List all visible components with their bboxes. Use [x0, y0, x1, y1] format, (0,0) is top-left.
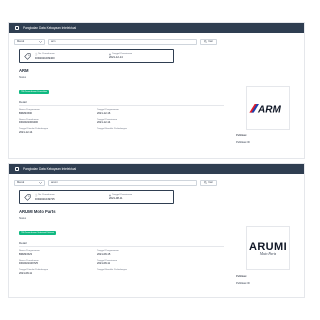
publication-id-label: Publikasi ID — [236, 141, 250, 144]
field-value: 2021-08-15 — [97, 252, 111, 256]
application-number-label: No. Permohonan — [38, 53, 55, 56]
application-number-label: No. Permohonan — [38, 194, 55, 197]
field-application-number: Nomor Permohonan DID2021009400 — [19, 119, 93, 125]
field-announcement-number: Nomor Pengumuman BRM21523 — [19, 250, 93, 256]
arm-logo: ARM — [249, 104, 281, 115]
detail-title: Detail — [19, 241, 224, 247]
search-type-value: Merek — [17, 181, 25, 184]
receipt-date-label: Tanggal Penerimaan — [112, 53, 133, 56]
search-bar: Merek arumi Cari — [9, 177, 304, 188]
field-protection-end: Tanggal Berakhir Perlindungan — [97, 128, 187, 134]
application-summary[interactable]: ⓘ No. Permohonan DID2021049725 ▦ Tanggal P… — [19, 190, 174, 204]
field-value: 2021-12-16 — [97, 111, 111, 115]
status-label: Status — [19, 76, 27, 79]
search-type-value: Merek — [17, 40, 25, 43]
detail-title: Detail — [19, 100, 224, 106]
application-number-value: DID2021009400 — [35, 56, 55, 60]
field-value: 2021-12-14 — [97, 121, 111, 125]
publication-label: Publikasi — [236, 134, 247, 137]
chevron-down-icon — [39, 40, 42, 43]
search-button-label: Cari — [208, 181, 213, 184]
search-icon — [204, 40, 208, 43]
receipt-date-value: 2021-08-11 — [109, 197, 123, 201]
search-type-select[interactable]: Merek — [14, 179, 45, 186]
status-label: Status — [19, 217, 27, 220]
publication-id-label: Publikasi ID — [236, 282, 250, 285]
field-protection-start: Tanggal Dimulai Perlindungan 2021-08-11 — [19, 269, 93, 275]
tag-icon — [23, 193, 31, 201]
search-type-select[interactable]: Merek — [14, 38, 45, 45]
publication-label: Publikasi — [236, 275, 247, 278]
result-panel-arumi: Pangkalan Data Kekayaan Intelektual Mere… — [8, 163, 305, 298]
field-receipt-date: Tanggal Penerimaan 2021-08-11 — [97, 260, 187, 266]
field-protection-end: Tanggal Berakhir Perlindungan — [97, 269, 187, 275]
header-title: Pangkalan Data Kekayaan Intelektual — [23, 167, 77, 171]
field-protection-start: Tanggal Dimulai Perlindungan 2021-12-14 — [19, 128, 93, 134]
field-application-number: Nomor Permohonan DID2021049725 — [19, 260, 93, 266]
field-value: DID2021009400 — [19, 121, 38, 125]
info-icon: ⓘ — [35, 54, 38, 57]
receipt-date: ▦ Tanggal Penerimaan 2021-12-14 — [109, 53, 133, 60]
search-input-value: arumi — [51, 181, 58, 184]
search-input-value: arm — [51, 40, 56, 43]
field-value: BRM21523 — [19, 252, 32, 256]
application-number-value: DID2021049725 — [35, 197, 55, 201]
publication-info: Publikasi Publikasi ID — [236, 275, 250, 285]
field-value: 2021-08-11 — [97, 262, 111, 266]
field-value: 2021-08-11 — [19, 271, 33, 275]
status-badge: TM-Pemeriksaan Substantif Selesai — [19, 231, 57, 235]
arumi-logo-small: Moto Parts — [259, 251, 277, 256]
field-announcement-date: Tanggal Pengumuman 2021-12-16 — [97, 109, 187, 115]
search-bar: Merek arm Cari — [9, 36, 304, 47]
brand-logo-arm[interactable]: ARM — [246, 86, 290, 130]
result-panel-arm: Pangkalan Data Kekayaan Intelektual Mere… — [8, 22, 305, 159]
search-button[interactable]: Cari — [200, 38, 217, 45]
document-icon — [15, 167, 19, 171]
document-icon — [15, 26, 19, 30]
brand-logo-arumi[interactable]: ARUMI Moto Parts — [246, 226, 290, 270]
search-input[interactable]: arumi — [48, 179, 197, 186]
field-value — [97, 131, 187, 134]
search-button[interactable]: Cari — [200, 179, 217, 186]
receipt-date-label: Tanggal Penerimaan — [112, 194, 133, 197]
arumi-logo: ARUMI Moto Parts — [249, 241, 287, 256]
tag-icon — [23, 52, 31, 60]
search-input[interactable]: arm — [48, 38, 197, 45]
arm-logo-text: ARM — [257, 104, 281, 115]
field-value: BRM21500 — [19, 111, 32, 115]
field-value: 2021-12-14 — [19, 130, 33, 134]
chevron-down-icon — [39, 181, 42, 184]
header-title: Pangkalan Data Kekayaan Intelektual — [23, 26, 77, 30]
status-badge: TM-Pemeriksaan Formalitas — [19, 90, 50, 94]
search-icon — [204, 181, 208, 184]
field-announcement-date: Tanggal Pengumuman 2021-08-15 — [97, 250, 187, 256]
field-announcement-number: Nomor Pengumuman BRM21500 — [19, 109, 93, 115]
info-icon: ⓘ — [35, 195, 38, 198]
panel-header: Pangkalan Data Kekayaan Intelektual — [9, 23, 304, 33]
application-number: ⓘ No. Permohonan DID2021009400 — [35, 52, 105, 60]
panel-header: Pangkalan Data Kekayaan Intelektual — [9, 164, 304, 174]
publication-info: Publikasi Publikasi ID — [236, 134, 250, 144]
field-value: DID2021049725 — [19, 262, 38, 266]
application-number: ⓘ No. Permohonan DID2021049725 — [35, 193, 105, 201]
brand-name: ARUMI Moto Parts — [19, 209, 56, 214]
field-receipt-date: Tanggal Penerimaan 2021-12-14 — [97, 119, 187, 125]
receipt-date-value: 2021-12-14 — [109, 56, 123, 60]
receipt-date: ▦ Tanggal Penerimaan 2021-08-11 — [109, 194, 133, 201]
search-button-label: Cari — [208, 40, 213, 43]
field-value — [97, 272, 187, 275]
application-summary[interactable]: ⓘ No. Permohonan DID2021009400 ▦ Tanggal P… — [19, 49, 174, 63]
brand-name: ARM — [19, 68, 29, 73]
